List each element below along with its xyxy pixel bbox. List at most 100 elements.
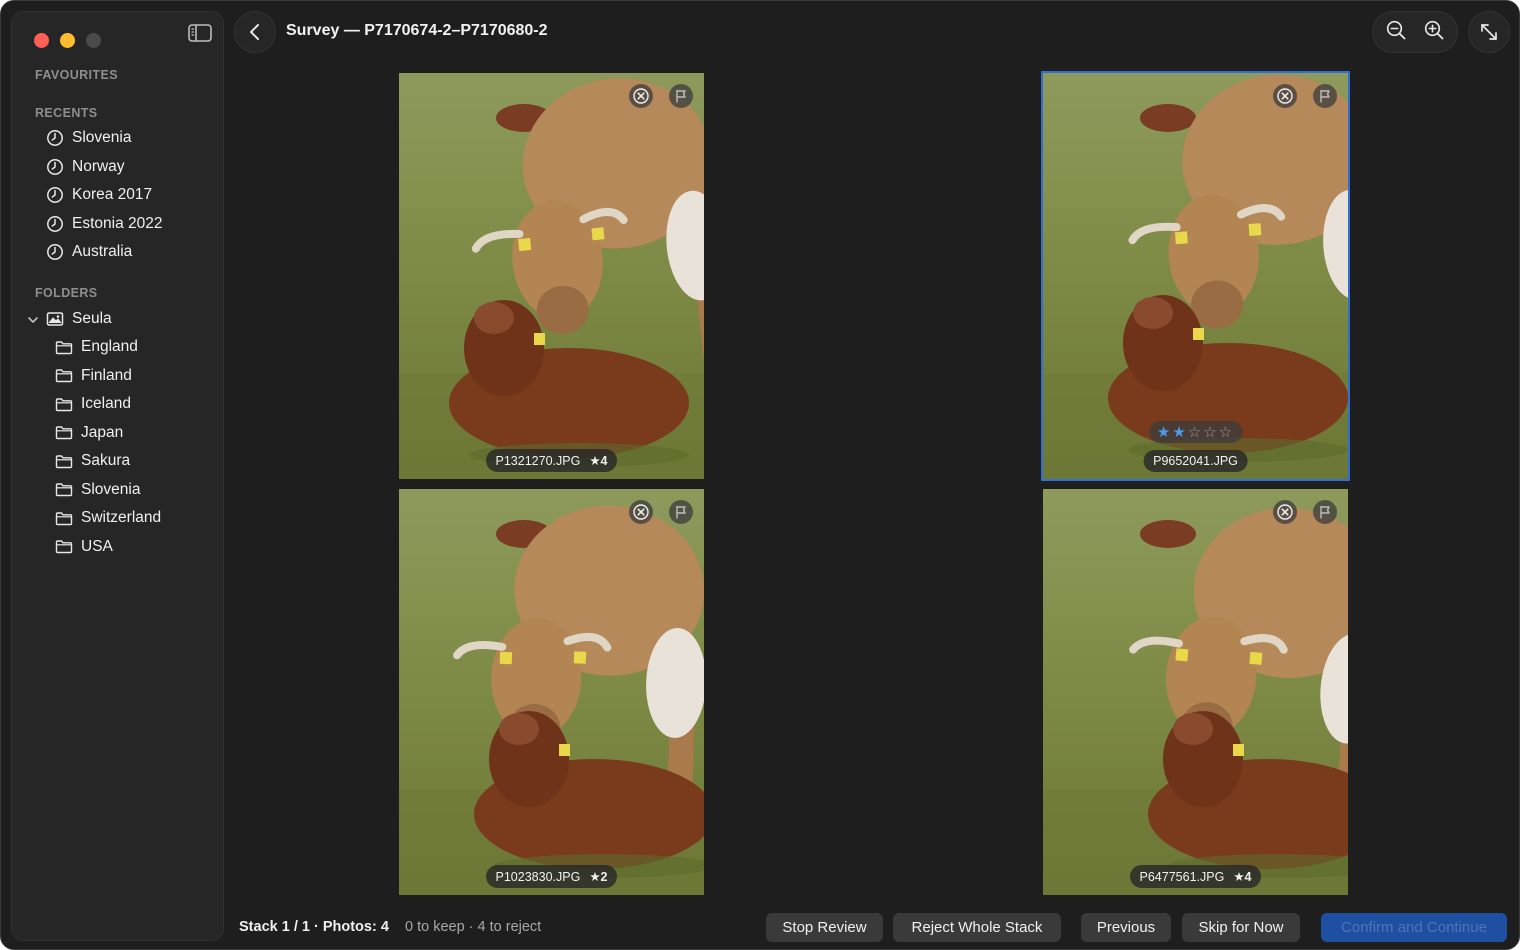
photo-image xyxy=(399,489,704,895)
flag-icon xyxy=(1320,505,1330,519)
sidebar-folder-item[interactable]: Slovenia xyxy=(55,478,140,502)
sidebar-item-label: Japan xyxy=(81,423,124,441)
sidebar-item-label: USA xyxy=(81,537,113,555)
flag-photo-button[interactable] xyxy=(669,500,693,524)
sidebar-folder-seula[interactable]: Seula xyxy=(46,307,112,331)
sidebar-folder-item[interactable]: Japan xyxy=(55,421,123,445)
photo-image xyxy=(399,73,704,479)
chevron-left-icon xyxy=(250,24,259,40)
sidebar: FAVOURITES RECENTS Slovenia Norway Korea 2… xyxy=(11,11,224,941)
folder-icon xyxy=(55,367,73,385)
clock-icon xyxy=(46,243,64,261)
folder-icon xyxy=(55,452,73,470)
photo-filename: P6477561.JPG xyxy=(1139,870,1225,884)
sidebar-folder-item[interactable]: England xyxy=(55,335,138,359)
close-circle-icon xyxy=(1277,504,1293,520)
folder-icon xyxy=(55,509,73,527)
zoom-controls xyxy=(1372,11,1458,53)
sidebar-item-label: Iceland xyxy=(81,395,131,412)
photo-library-icon xyxy=(46,310,64,328)
flag-icon xyxy=(676,89,686,103)
sidebar-item-label: Slovenia xyxy=(72,129,132,146)
photo-filename-label: P1321270.JPG ★4 xyxy=(485,449,618,472)
reject-photo-button[interactable] xyxy=(629,500,653,524)
photo-image xyxy=(1043,489,1348,895)
sidebar-folder-item[interactable]: Iceland xyxy=(55,392,131,416)
sidebar-item-label: Norway xyxy=(72,157,125,175)
sidebar-item-label: Sakura xyxy=(81,452,131,469)
window-controls xyxy=(34,33,101,48)
zoom-out-icon xyxy=(1386,20,1406,39)
photo-card[interactable]: P1321270.JPG ★4 xyxy=(399,73,704,479)
previous-button[interactable]: Previous xyxy=(1081,913,1171,942)
folder-icon xyxy=(55,538,73,556)
chevron-down-icon[interactable] xyxy=(26,313,40,327)
photo-card[interactable]: ★★☆☆☆ P9652041.JPG xyxy=(1041,71,1350,481)
sidebar-folder-item[interactable]: USA xyxy=(55,535,113,559)
back-button[interactable] xyxy=(234,11,276,53)
sidebar-item-label: Slovenia xyxy=(81,480,141,498)
photo-card[interactable]: P6477561.JPG ★4 xyxy=(1043,489,1348,895)
photo-filename-label: P1023830.JPG ★2 xyxy=(485,865,618,888)
minimize-window-button[interactable] xyxy=(60,33,75,48)
reject-photo-button[interactable] xyxy=(629,84,653,108)
zoom-window-button[interactable] xyxy=(86,33,101,48)
sidebar-item-label: Australia xyxy=(72,243,133,260)
clock-icon xyxy=(46,186,64,204)
sidebar-item-label: Switzerland xyxy=(81,509,162,526)
sidebar-toggle-icon xyxy=(188,24,212,42)
reject-whole-stack-button[interactable]: Reject Whole Stack xyxy=(893,913,1061,942)
photo-card[interactable]: P1023830.JPG ★2 xyxy=(399,489,704,895)
keep-reject-summary: 0 to keep · 4 to reject xyxy=(405,919,542,935)
sidebar-item-recent[interactable]: Australia xyxy=(46,240,132,264)
sidebar-item-recent[interactable]: Slovenia xyxy=(46,126,131,150)
sidebar-folder-item[interactable]: Sakura xyxy=(55,449,130,473)
close-circle-icon xyxy=(633,88,649,104)
sidebar-folder-item[interactable]: Switzerland xyxy=(55,506,161,530)
sidebar-item-label: Korea 2017 xyxy=(72,186,153,203)
sidebar-item-recent[interactable]: Korea 2017 xyxy=(46,183,152,207)
rating-star[interactable]: ☆ xyxy=(1203,424,1218,441)
photo-filename: P9652041.JPG xyxy=(1153,454,1238,468)
sidebar-folder-item[interactable]: Finland xyxy=(55,364,132,388)
page-title: Survey — P7170674-2–P7170680-2 xyxy=(286,22,548,39)
flag-photo-button[interactable] xyxy=(1313,500,1337,524)
photo-rating: ★4 xyxy=(589,454,608,468)
reject-photo-button[interactable] xyxy=(1273,84,1297,108)
photo-filename: P1023830.JPG xyxy=(495,870,581,884)
flag-icon xyxy=(1320,89,1330,103)
recents-heading: RECENTS xyxy=(35,106,98,120)
fullscreen-button[interactable] xyxy=(1468,11,1510,53)
rating-star[interactable]: ★ xyxy=(1157,424,1172,441)
rating-star[interactable]: ☆ xyxy=(1219,424,1234,441)
zoom-in-button[interactable] xyxy=(1423,19,1445,46)
sidebar-item-recent[interactable]: Norway xyxy=(46,155,125,179)
skip-for-now-button[interactable]: Skip for Now xyxy=(1182,913,1300,942)
clock-icon xyxy=(46,158,64,176)
photo-filename-label: P9652041.JPG xyxy=(1143,450,1248,472)
clock-icon xyxy=(46,215,64,233)
clock-icon xyxy=(46,129,64,147)
close-window-button[interactable] xyxy=(34,33,49,48)
rating-star[interactable]: ☆ xyxy=(1188,424,1203,441)
sidebar-item-label: Estonia 2022 xyxy=(72,214,163,232)
photo-image xyxy=(1043,73,1348,479)
favourites-heading: FAVOURITES xyxy=(35,68,118,82)
folder-icon xyxy=(55,481,73,499)
reject-photo-button[interactable] xyxy=(1273,500,1297,524)
sidebar-item-label: England xyxy=(81,338,138,355)
zoom-out-button[interactable] xyxy=(1385,19,1407,46)
confirm-and-continue-button[interactable]: Confirm and Continue xyxy=(1321,913,1507,942)
folder-icon xyxy=(55,395,73,413)
expand-icon xyxy=(1481,24,1497,40)
rating-star[interactable]: ★ xyxy=(1172,424,1187,441)
folders-heading: FOLDERS xyxy=(35,286,98,300)
stop-review-button[interactable]: Stop Review xyxy=(766,913,883,942)
sidebar-item-recent[interactable]: Estonia 2022 xyxy=(46,212,163,236)
app-window: FAVOURITES RECENTS Slovenia Norway Korea 2… xyxy=(0,0,1520,950)
flag-photo-button[interactable] xyxy=(1313,84,1337,108)
flag-photo-button[interactable] xyxy=(669,84,693,108)
sidebar-item-label: Seula xyxy=(72,310,112,327)
sidebar-toggle-button[interactable] xyxy=(187,22,213,44)
close-circle-icon xyxy=(633,504,649,520)
